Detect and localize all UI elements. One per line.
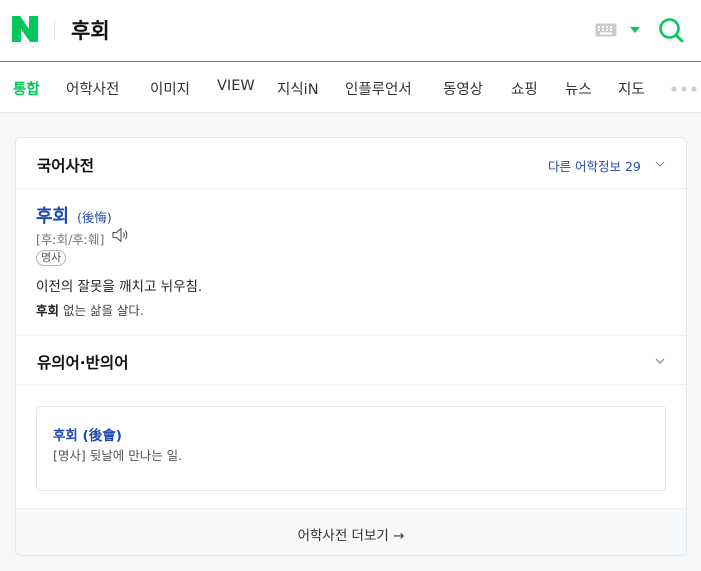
dropdown-arrow-icon[interactable] bbox=[630, 27, 640, 33]
dictionary-footer: 어학사전 더보기 → bbox=[16, 508, 686, 555]
tab-view[interactable]: VIEW bbox=[217, 78, 255, 94]
chevron-down-icon[interactable] bbox=[655, 159, 665, 169]
tab-shopping[interactable]: 쇼핑 bbox=[511, 78, 538, 99]
tab-images[interactable]: 이미지 bbox=[150, 78, 190, 99]
pronunciation: [후ː회/후ː훼] bbox=[36, 232, 105, 247]
synonym-item: 후회 (後會) [명사] 뒷날에 만나는 일. bbox=[36, 406, 666, 491]
tab-map[interactable]: 지도 bbox=[618, 78, 645, 99]
more-language-info-link[interactable]: 다른 어학정보 29 bbox=[548, 156, 641, 175]
speaker-icon[interactable] bbox=[112, 227, 130, 243]
more-tabs-icon[interactable] bbox=[671, 86, 697, 92]
part-of-speech-badge: 명사 bbox=[36, 250, 67, 266]
tab-video[interactable]: 동영상 bbox=[443, 78, 483, 99]
entry-meaning: 이전의 잘못을 깨치고 뉘우침. bbox=[36, 279, 203, 295]
example-text: 없는 삶을 살다. bbox=[59, 303, 144, 318]
header-divider bbox=[54, 21, 55, 39]
search-query[interactable]: 후회 bbox=[71, 15, 110, 45]
example-keyword: 후회 bbox=[36, 303, 60, 318]
more-dictionary-link[interactable]: 어학사전 더보기 → bbox=[16, 524, 686, 544]
search-icon[interactable] bbox=[658, 17, 684, 43]
tab-dictionary[interactable]: 어학사전 bbox=[66, 78, 119, 99]
synonym-word-link[interactable]: 후회 (後會) bbox=[53, 424, 122, 444]
tab-news[interactable]: 뉴스 bbox=[565, 78, 592, 99]
dictionary-card: 국어사전 다른 어학정보 29 후회 (後悔) [후ː회/후ː훼] 명사 이전의… bbox=[15, 137, 687, 556]
keyboard-icon[interactable] bbox=[595, 23, 617, 37]
naver-logo[interactable] bbox=[12, 16, 38, 42]
synonym-section-header[interactable]: 유의어·반의어 bbox=[16, 335, 686, 385]
entry-example: 후회 없는 삶을 살다. bbox=[36, 300, 144, 319]
dictionary-header: 국어사전 다른 어학정보 29 bbox=[16, 138, 686, 189]
search-header: 후회 bbox=[0, 0, 701, 62]
tab-knowledge-in[interactable]: 지식iN bbox=[277, 78, 319, 99]
synonym-definition: [명사] 뒷날에 만나는 일. bbox=[53, 448, 183, 463]
synonym-title: 유의어·반의어 bbox=[37, 354, 129, 372]
tab-integrated[interactable]: 통합 bbox=[13, 78, 40, 99]
entry-word[interactable]: 후회 bbox=[36, 202, 69, 228]
search-tabs: 통합 어학사전 이미지 VIEW 지식iN 인플루언서 동영상 쇼핑 뉴스 지도 bbox=[0, 63, 701, 113]
chevron-down-icon[interactable] bbox=[655, 356, 665, 366]
dictionary-title: 국어사전 bbox=[37, 157, 95, 175]
entry-hanja: (後悔) bbox=[77, 210, 112, 225]
tab-influencer[interactable]: 인플루언서 bbox=[345, 78, 412, 99]
